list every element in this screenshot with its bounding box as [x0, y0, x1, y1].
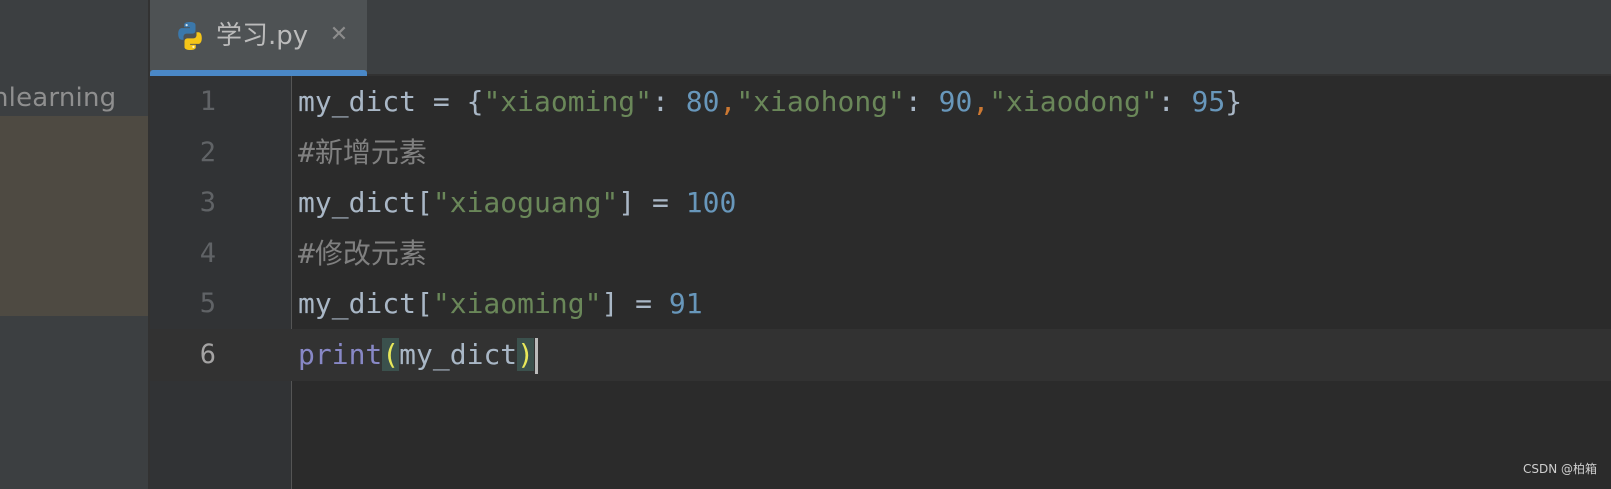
code-token: ] = — [601, 287, 669, 320]
code-line[interactable]: 5 my_dict["xiaoming"] = 91 — [150, 278, 1611, 330]
code-token: , — [719, 85, 737, 118]
text-caret — [535, 337, 539, 374]
tab-title: 学习.py — [216, 21, 309, 51]
code-token: my_dict[ — [298, 287, 433, 320]
code-token: 91 — [668, 287, 703, 320]
code-token: ] = — [618, 186, 686, 219]
project-tree-selection[interactable] — [0, 116, 148, 316]
code-text: my_dict["xiaoguang"] = 100 — [298, 177, 736, 229]
code-token: 100 — [685, 186, 737, 219]
project-panel: nlearning — [0, 0, 148, 489]
code-token: #修改元素 — [298, 236, 427, 270]
python-file-icon — [174, 20, 206, 52]
code-token: "xiaodong" — [989, 85, 1158, 118]
code-token: 95 — [1191, 85, 1226, 118]
project-tree-item[interactable]: nlearning — [0, 80, 124, 116]
code-token: 90 — [938, 85, 973, 118]
code-token: #新增元素 — [298, 135, 427, 169]
code-token: } — [1225, 85, 1243, 118]
code-token: ) — [517, 337, 535, 371]
line-number: 6 — [199, 338, 216, 370]
project-tree-item-label: nlearning — [0, 83, 117, 113]
watermark: CSDN @柏箱 — [1522, 462, 1597, 476]
code-line[interactable]: 6 print(my_dict) — [150, 329, 1611, 381]
code-text: my_dict = {"xiaoming": 80,"xiaohong": 90… — [298, 76, 1242, 128]
code-token: my_dict = { — [298, 85, 484, 118]
line-number: 2 — [199, 136, 216, 168]
code-text: #修改元素 — [298, 228, 427, 280]
code-line[interactable]: 3 my_dict["xiaoguang"] = 100 — [150, 177, 1611, 229]
line-number: 3 — [199, 187, 216, 218]
code-token: : — [652, 85, 686, 118]
line-number: 1 — [199, 86, 216, 117]
code-token: "xiaoguang" — [432, 186, 619, 219]
code-token: "xiaohong" — [736, 85, 905, 118]
code-token: print — [298, 337, 383, 371]
code-line[interactable]: 4 #修改元素 — [150, 228, 1611, 280]
editor-tab-bar: 学习.py ✕ — [150, 0, 1611, 76]
code-text: #新增元素 — [298, 127, 427, 179]
line-number: 5 — [199, 288, 216, 319]
code-token: : — [904, 85, 939, 118]
code-text: print(my_dict) — [298, 329, 539, 381]
code-token: my_dict — [399, 337, 518, 371]
code-token: ( — [382, 337, 400, 371]
close-icon[interactable]: ✕ — [326, 22, 352, 48]
code-token: "xiaoming" — [483, 85, 653, 118]
code-token: : — [1157, 85, 1192, 118]
line-number: 4 — [199, 237, 216, 269]
code-line[interactable]: 2 #新增元素 — [150, 127, 1611, 179]
code-text: my_dict["xiaoming"] = 91 — [298, 278, 703, 330]
editor-tab[interactable]: 学习.py ✕ — [150, 0, 367, 76]
code-line[interactable]: 1 my_dict = {"xiaoming": 80,"xiaohong": 9… — [150, 76, 1611, 128]
code-token: , — [972, 85, 990, 118]
code-token: 80 — [685, 85, 720, 118]
code-token: "xiaoming" — [432, 287, 602, 320]
code-editor[interactable]: 1 my_dict = {"xiaoming": 80,"xiaohong": 9… — [150, 76, 1611, 489]
code-token: my_dict[ — [298, 186, 433, 219]
